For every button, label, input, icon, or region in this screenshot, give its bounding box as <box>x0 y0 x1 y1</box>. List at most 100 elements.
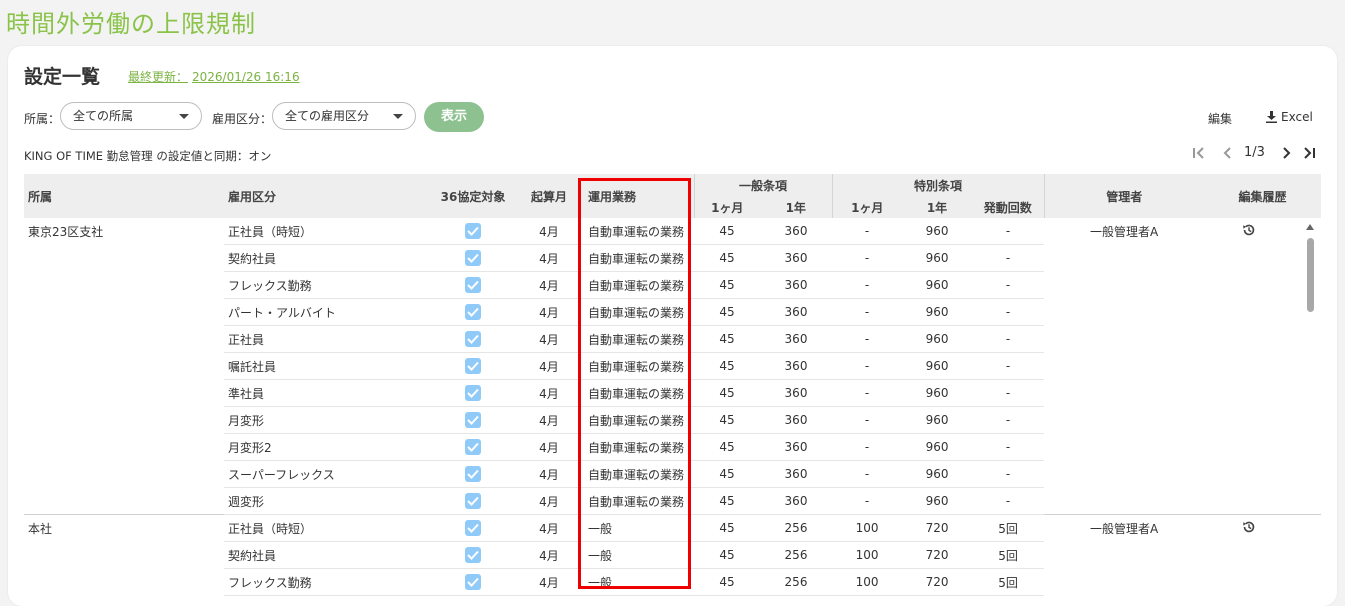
scrollbar-thumb[interactable] <box>1307 238 1314 312</box>
history-icon[interactable] <box>1242 223 1256 240</box>
cell-type: 契約社員 <box>224 541 424 569</box>
cell-special-month: 100 <box>832 541 903 569</box>
settings-table-body: 東京23区支社 正社員（時短） 4月 自動車運転の業務 45 360-960- 一般管理者A… <box>24 218 1321 596</box>
last-updated-value: 2026/01/26 16:16 <box>192 70 300 84</box>
cell-type: 月変形2 <box>224 433 424 461</box>
cell-manager <box>1044 407 1204 434</box>
cell-manager <box>1044 245 1204 272</box>
checkbox-checked-icon[interactable] <box>465 493 481 509</box>
type-select-value: 全ての雇用区分 <box>285 109 370 123</box>
checkbox-checked-icon[interactable] <box>465 547 481 563</box>
cell-start-month: 4月 <box>522 406 576 434</box>
cell-general-year: 360 <box>760 218 833 245</box>
cell-general-year: 360 <box>760 460 833 488</box>
cell-special-year: 960 <box>902 487 973 515</box>
cell-start-month: 4月 <box>522 433 576 461</box>
table-row: フレックス勤務 4月 一般 45 256 100 720 5回 <box>24 568 1321 596</box>
cell-special-count: - <box>972 379 1045 407</box>
checkbox-checked-icon[interactable] <box>465 304 481 320</box>
cell-special-year: 960 <box>902 433 973 461</box>
settings-table: 所属 雇用区分 36協定対象 起算月 運用業務 一般条項 特別条項 管理者 編集… <box>24 174 1321 596</box>
cell-general-month: 45 <box>694 568 760 596</box>
table-row: 月変形 4月 自動車運転の業務 45 360-960- <box>24 406 1321 434</box>
cell-general-year: 360 <box>760 406 833 434</box>
checkbox-checked-icon[interactable] <box>465 358 481 374</box>
cell-general-year: 360 <box>760 244 833 272</box>
table-row: 本社 正社員（時短） 4月 一般 45 256 100 720 5回 一般管理者A <box>24 514 1321 542</box>
table-scrollbar[interactable] <box>1304 222 1316 594</box>
cell-special-count: - <box>972 271 1045 299</box>
cell-work: 自動車運転の業務 <box>576 271 694 299</box>
checkbox-checked-icon[interactable] <box>465 439 481 455</box>
header-special: 特別条項 <box>831 174 1045 196</box>
cell-type: スーパーフレックス <box>224 460 424 488</box>
checkbox-checked-icon[interactable] <box>465 466 481 482</box>
type-select[interactable]: 全ての雇用区分 <box>272 102 416 130</box>
header-history: 編集履歴 <box>1204 174 1321 218</box>
checkbox-checked-icon[interactable] <box>465 223 481 239</box>
cell-special-year: 720 <box>902 568 973 596</box>
checkbox-checked-icon[interactable] <box>465 331 481 347</box>
cell-agreement <box>424 487 522 515</box>
dept-select-value: 全ての所属 <box>73 109 134 123</box>
cell-start-month: 4月 <box>522 244 576 272</box>
cell-special-month: - <box>832 487 903 515</box>
cell-dept <box>24 245 224 272</box>
cell-type: 週変形 <box>224 487 424 515</box>
cell-general-month: 45 <box>694 298 760 326</box>
cell-dept <box>24 434 224 461</box>
cell-start-month: 4月 <box>522 487 576 515</box>
header-start-month: 起算月 <box>522 174 576 218</box>
scroll-up-icon[interactable] <box>1306 224 1314 230</box>
cell-work: 自動車運転の業務 <box>576 325 694 353</box>
cell-type: 正社員 <box>224 325 424 353</box>
cell-special-year: 960 <box>902 271 973 299</box>
table-row: スーパーフレックス 4月 自動車運転の業務 45 360-960- <box>24 460 1321 488</box>
cell-dept <box>24 487 224 515</box>
excel-export-button[interactable]: Excel <box>1266 110 1313 124</box>
cell-manager: 一般管理者A <box>1089 224 1159 239</box>
first-page-icon[interactable] <box>1192 146 1206 164</box>
cell-manager <box>1044 542 1204 569</box>
header-type: 雇用区分 <box>224 174 424 218</box>
checkbox-checked-icon[interactable] <box>465 385 481 401</box>
cell-special-count: - <box>972 460 1045 488</box>
cell-agreement <box>424 514 522 542</box>
header-special-month: 1ヶ月 <box>831 196 903 218</box>
next-page-icon[interactable] <box>1280 146 1292 164</box>
show-button[interactable]: 表示 <box>424 102 484 132</box>
cell-general-year: 360 <box>760 352 833 380</box>
cell-dept <box>24 272 224 299</box>
cell-dept: 本社 <box>28 521 53 536</box>
cell-agreement <box>424 244 522 272</box>
dept-select[interactable]: 全ての所属 <box>60 102 202 130</box>
cell-general-month: 45 <box>694 244 760 272</box>
checkbox-checked-icon[interactable] <box>465 574 481 590</box>
cell-type: 準社員 <box>224 379 424 407</box>
cell-general-year: 360 <box>760 487 833 515</box>
cell-general-year: 360 <box>760 271 833 299</box>
cell-dept <box>24 326 224 353</box>
cell-general-month: 45 <box>694 460 760 488</box>
cell-agreement <box>424 433 522 461</box>
prev-page-icon[interactable] <box>1222 146 1234 164</box>
cell-start-month: 4月 <box>522 352 576 380</box>
edit-button[interactable]: 編集 <box>1208 110 1232 127</box>
app-title: 時間外労働の上限規制 <box>6 10 256 38</box>
table-row: フレックス勤務 4月 自動車運転の業務 45 360-960- <box>24 271 1321 299</box>
cell-special-month: - <box>832 244 903 272</box>
checkbox-checked-icon[interactable] <box>465 412 481 428</box>
cell-general-year: 256 <box>760 514 833 542</box>
cell-work: 自動車運転の業務 <box>576 244 694 272</box>
history-icon[interactable] <box>1242 520 1256 537</box>
cell-agreement <box>424 568 522 596</box>
checkbox-checked-icon[interactable] <box>465 520 481 536</box>
checkbox-checked-icon[interactable] <box>465 250 481 266</box>
header-agreement: 36協定対象 <box>424 174 522 218</box>
checkbox-checked-icon[interactable] <box>465 277 481 293</box>
last-page-icon[interactable] <box>1302 146 1316 164</box>
cell-special-year: 960 <box>902 379 973 407</box>
last-updated-link[interactable]: 最終更新： 2026/01/26 16:16 <box>128 68 300 85</box>
cell-special-year: 960 <box>902 406 973 434</box>
cell-work: 自動車運転の業務 <box>576 487 694 515</box>
